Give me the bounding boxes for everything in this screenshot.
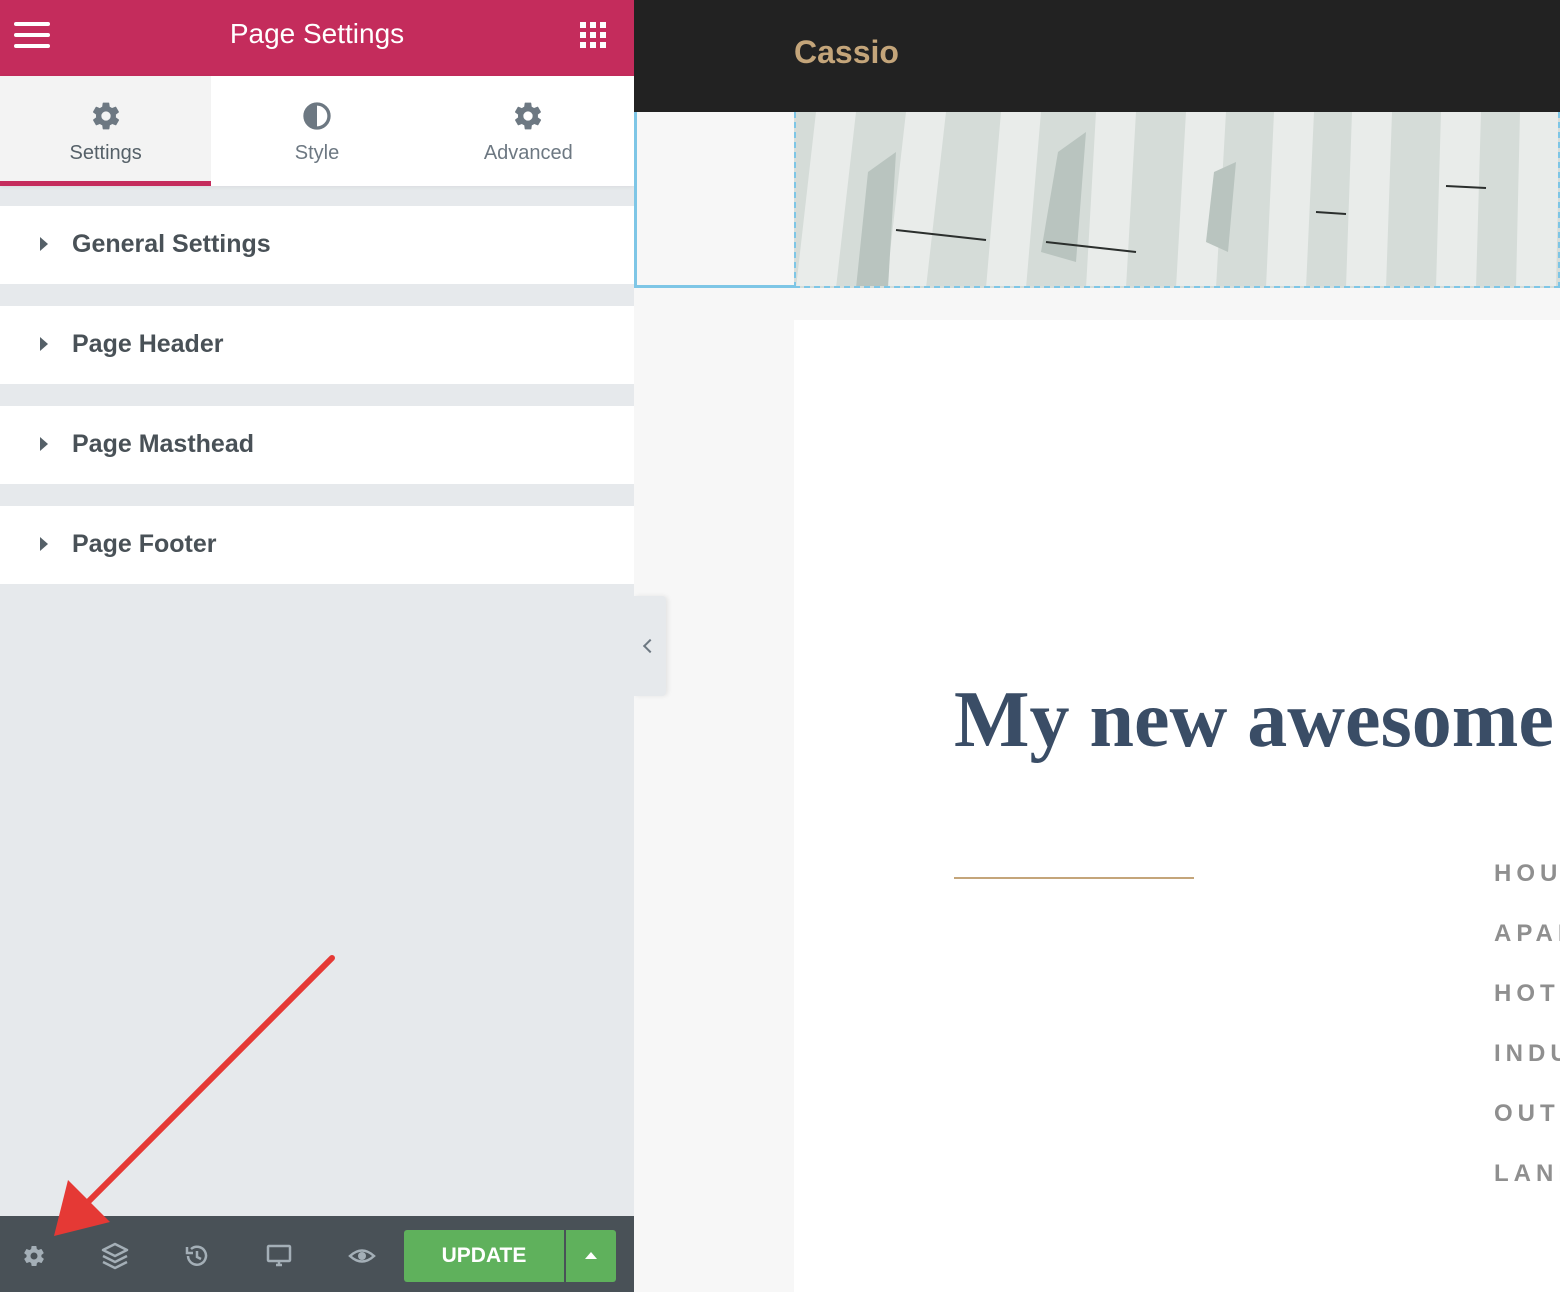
- section-title: Page Header: [72, 330, 224, 358]
- gear-icon: [92, 102, 119, 130]
- widgets-grid-icon[interactable]: [580, 22, 608, 50]
- section-title: General Settings: [72, 230, 271, 258]
- panel-title: Page Settings: [229, 18, 405, 49]
- section-page-masthead[interactable]: Page Masthead: [0, 406, 634, 484]
- content-card: My new awesome HOUS APAI HOTI INDU OUTD …: [794, 320, 1560, 1292]
- panel-tabs: Settings Style Advanced: [0, 76, 634, 186]
- panel-footer: UPDATE: [0, 1216, 634, 1292]
- update-button[interactable]: UPDATE: [404, 1230, 564, 1282]
- divider: [954, 877, 1194, 879]
- tab-label: Advanced: [483, 142, 573, 164]
- category-list: HOUS APAI HOTI INDU OUTD LAND: [1494, 860, 1560, 1220]
- caret-right-icon: [40, 337, 48, 351]
- editor-panel: Page Settings Settings Style Advanced Ge…: [0, 0, 634, 1292]
- panel-header: Page Settings: [0, 0, 634, 76]
- selected-section-outline[interactable]: [634, 112, 794, 288]
- tab-label: Settings: [69, 142, 142, 164]
- caret-right-icon: [40, 237, 48, 251]
- desktop-icon[interactable]: [259, 1236, 299, 1276]
- list-item[interactable]: INDU: [1494, 1040, 1560, 1100]
- tab-settings[interactable]: Settings: [0, 76, 212, 186]
- list-item[interactable]: APAI: [1494, 920, 1560, 980]
- caret-right-icon: [40, 437, 48, 451]
- eye-icon[interactable]: [342, 1236, 382, 1276]
- collapse-panel-button[interactable]: [634, 596, 666, 696]
- red-arrow-annotation: [54, 955, 335, 1236]
- site-logo[interactable]: Cassio: [794, 34, 899, 71]
- list-item[interactable]: HOUS: [1494, 860, 1560, 920]
- section-title: Page Masthead: [72, 430, 255, 458]
- list-item[interactable]: HOTI: [1494, 980, 1560, 1040]
- section-general-settings[interactable]: General Settings: [0, 206, 634, 284]
- tab-advanced[interactable]: Advanced: [423, 76, 634, 186]
- gear-icon[interactable]: [14, 1236, 54, 1276]
- section-page-header[interactable]: Page Header: [0, 306, 634, 384]
- contrast-icon: [303, 102, 331, 130]
- section-page-footer[interactable]: Page Footer: [0, 506, 634, 584]
- section-title: Page Footer: [72, 530, 217, 558]
- architecture-photo: [796, 112, 1558, 286]
- page-heading[interactable]: My new awesome: [954, 675, 1554, 766]
- caret-right-icon: [40, 537, 48, 551]
- layers-icon[interactable]: [95, 1236, 135, 1276]
- gear-icon: [515, 102, 542, 130]
- tab-style[interactable]: Style: [211, 76, 422, 186]
- list-item[interactable]: LAND: [1494, 1160, 1560, 1220]
- tab-label: Style: [294, 142, 340, 164]
- update-options-button[interactable]: [566, 1230, 616, 1282]
- site-preview: Cassio My new awesome HOU APA HOT IND OU…: [634, 0, 1560, 1292]
- hero-image[interactable]: [794, 112, 1560, 288]
- history-icon[interactable]: [177, 1236, 217, 1276]
- site-header: Cassio: [634, 0, 1560, 112]
- list-item[interactable]: OUTD: [1494, 1100, 1560, 1160]
